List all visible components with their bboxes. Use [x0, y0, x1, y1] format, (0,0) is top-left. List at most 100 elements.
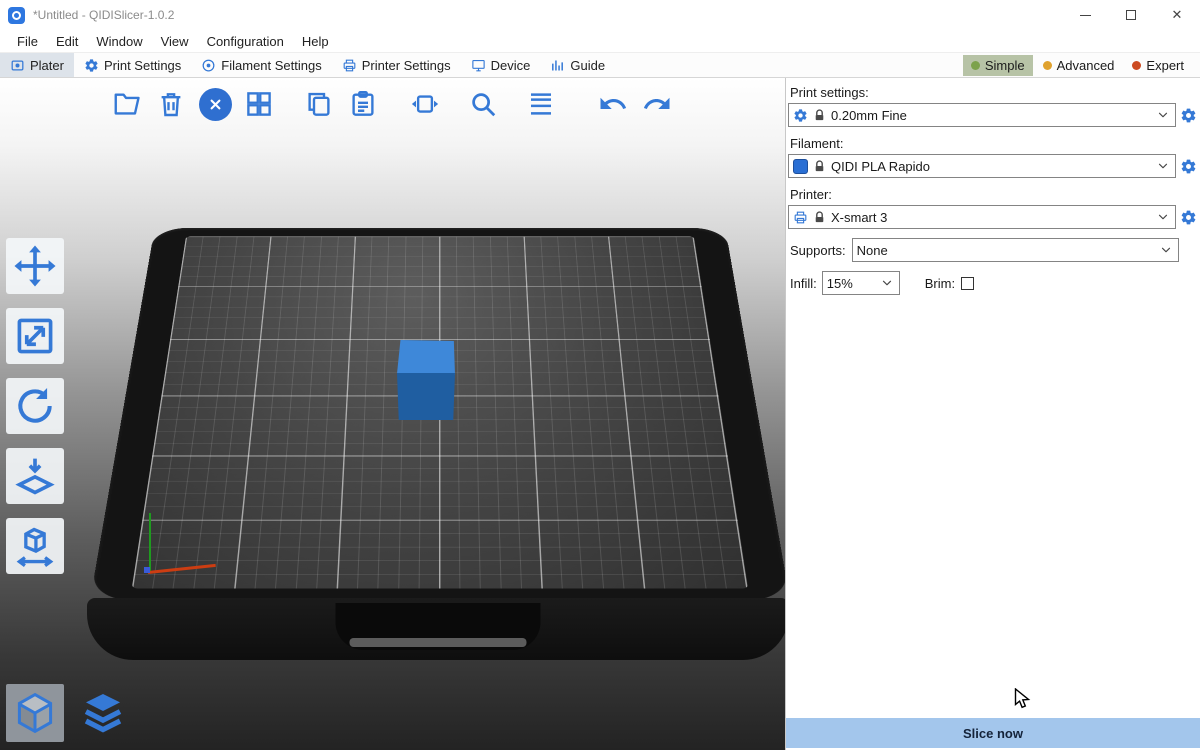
filament-color-swatch [793, 159, 808, 174]
paste-button[interactable] [344, 82, 382, 126]
variable-layer-height-button[interactable] [522, 82, 560, 126]
menu-window[interactable]: Window [87, 34, 151, 49]
place-on-face-tool-button[interactable] [6, 448, 64, 504]
mouse-cursor [1014, 688, 1032, 710]
gear-icon [84, 58, 99, 73]
arrange-button[interactable] [240, 82, 278, 126]
chevron-down-icon [1157, 160, 1169, 172]
filament-spool-icon [201, 58, 216, 73]
build-plate [90, 78, 785, 600]
close-button[interactable]: ✕ [1154, 0, 1200, 30]
redo-button[interactable] [638, 82, 676, 126]
tab-filament-settings[interactable]: Filament Settings [191, 53, 331, 77]
menu-bar: File Edit Window View Configuration Help [0, 30, 1200, 52]
copy-button[interactable] [300, 82, 338, 126]
split-objects-button[interactable] [406, 82, 444, 126]
model-cube-front-face[interactable] [397, 373, 455, 420]
minimize-button[interactable] [1062, 0, 1108, 30]
mode-simple-label: Simple [985, 58, 1025, 73]
printer-value: X-smart 3 [831, 210, 887, 225]
mode-expert[interactable]: Expert [1124, 55, 1192, 76]
gizmo-toolbar [6, 238, 64, 574]
chevron-down-icon [1157, 211, 1169, 223]
mode-expert-label: Expert [1146, 58, 1184, 73]
open-file-button[interactable] [108, 82, 146, 126]
brim-checkbox[interactable] [961, 277, 974, 290]
printer-combo[interactable]: X-smart 3 [788, 205, 1176, 229]
preview-view-button[interactable] [74, 684, 132, 742]
infill-value: 15% [827, 276, 853, 291]
chevron-down-icon [881, 277, 893, 289]
tab-plater[interactable]: Plater [0, 53, 74, 77]
maximize-button[interactable] [1108, 0, 1154, 30]
settings-sidebar: Print settings: 0.20mm Fine Filament: QI… [785, 78, 1200, 750]
tab-print-settings[interactable]: Print Settings [74, 53, 191, 77]
menu-edit[interactable]: Edit [47, 34, 87, 49]
move-tool-button[interactable] [6, 238, 64, 294]
tab-device[interactable]: Device [461, 53, 541, 77]
mode-advanced[interactable]: Advanced [1035, 55, 1123, 76]
printer-icon [793, 210, 808, 225]
menu-configuration[interactable]: Configuration [198, 34, 293, 49]
tab-plater-label: Plater [30, 58, 64, 73]
undo-button[interactable] [594, 82, 632, 126]
menu-view[interactable]: View [152, 34, 198, 49]
editor-view-button[interactable] [6, 684, 64, 742]
move-arrows-icon [13, 244, 57, 288]
slice-now-button[interactable]: Slice now [786, 718, 1200, 748]
search-icon [468, 89, 498, 119]
printer-icon [342, 58, 357, 73]
search-button[interactable] [464, 82, 502, 126]
delete-button[interactable] [152, 82, 190, 126]
supports-combo[interactable]: None [852, 238, 1179, 262]
delete-all-button[interactable] [196, 82, 234, 126]
3d-viewport[interactable] [0, 78, 785, 750]
arrange-grid-icon [244, 89, 274, 119]
tab-guide-label: Guide [570, 58, 605, 73]
gear-icon [1180, 209, 1197, 226]
model-cube-top-face[interactable] [397, 340, 455, 375]
lock-icon [813, 211, 826, 224]
simple-mode-dot-icon [971, 61, 980, 70]
infill-label: Infill: [790, 276, 817, 291]
mode-simple[interactable]: Simple [963, 55, 1033, 76]
copy-icon [304, 89, 334, 119]
filament-combo[interactable]: QIDI PLA Rapido [788, 154, 1176, 178]
print-settings-combo[interactable]: 0.20mm Fine [788, 103, 1176, 127]
printer-edit-button[interactable] [1179, 206, 1198, 228]
gear-icon [1180, 158, 1197, 175]
brim-label: Brim: [925, 276, 955, 291]
gear-icon [1180, 107, 1197, 124]
filament-edit-button[interactable] [1179, 155, 1198, 177]
tab-guide[interactable]: Guide [540, 53, 615, 77]
print-settings-edit-button[interactable] [1179, 104, 1198, 126]
guide-icon [550, 58, 565, 73]
menu-help[interactable]: Help [293, 34, 338, 49]
redo-icon [642, 89, 672, 119]
lock-icon [813, 160, 826, 173]
chevron-down-icon [1157, 109, 1169, 121]
undo-icon [598, 89, 628, 119]
measure-tool-button[interactable] [6, 518, 64, 574]
cube-3d-view-icon [11, 689, 59, 737]
split-icon [410, 89, 440, 119]
printer-label: Printer: [790, 187, 1198, 202]
rotate-icon [13, 384, 57, 428]
trash-icon [156, 89, 186, 119]
menu-file[interactable]: File [8, 34, 47, 49]
title-bar: *Untitled - QIDISlicer-1.0.2 ✕ [0, 0, 1200, 30]
open-folder-icon [112, 89, 142, 119]
mode-selector: Simple Advanced Expert [963, 53, 1200, 77]
tab-printer-settings-label: Printer Settings [362, 58, 451, 73]
infill-combo[interactable]: 15% [822, 271, 900, 295]
tab-filament-settings-label: Filament Settings [221, 58, 321, 73]
rotate-tool-button[interactable] [6, 378, 64, 434]
lock-icon [813, 109, 826, 122]
print-settings-value: 0.20mm Fine [831, 108, 907, 123]
tab-printer-settings[interactable]: Printer Settings [332, 53, 461, 77]
print-settings-label: Print settings: [790, 85, 1198, 100]
axis-y-green [149, 513, 151, 573]
build-plate-front [87, 598, 785, 660]
scale-tool-button[interactable] [6, 308, 64, 364]
paste-icon [348, 89, 378, 119]
